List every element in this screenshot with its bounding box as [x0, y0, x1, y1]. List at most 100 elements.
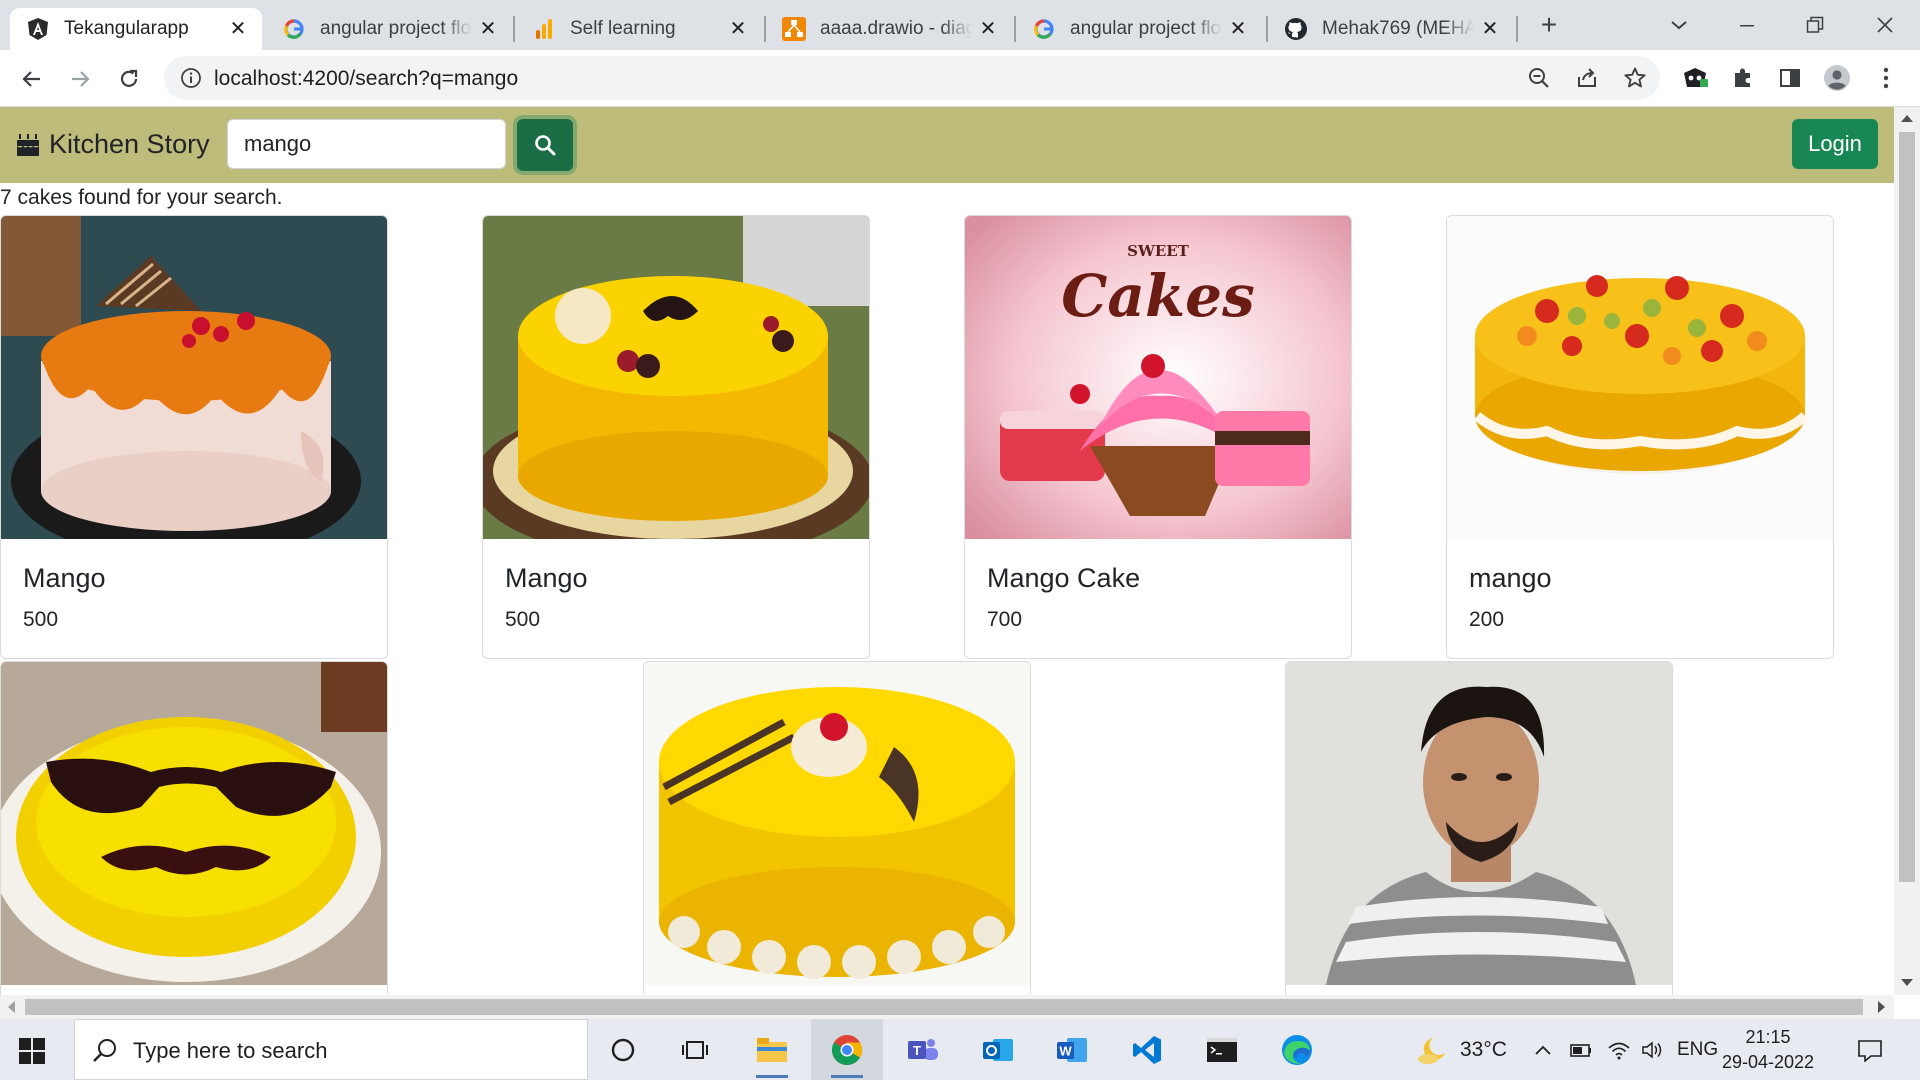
- browser-tab-strip: Tekangularapp ✕ angular project flow ✕ S…: [0, 0, 1920, 50]
- svg-text:SWEET: SWEET: [1127, 242, 1190, 260]
- back-icon[interactable]: [15, 62, 49, 96]
- word-icon[interactable]: W: [1036, 1019, 1108, 1080]
- google-icon: [282, 17, 306, 41]
- horizontal-scrollbar[interactable]: [0, 995, 1894, 1019]
- restore-icon[interactable]: [1800, 10, 1830, 40]
- outlook-icon[interactable]: [962, 1019, 1034, 1080]
- terminal-icon[interactable]: [1186, 1019, 1258, 1080]
- windows-taskbar: Type here to search T W 33°C ENG 21:15 2…: [0, 1019, 1920, 1080]
- taskbar-search-box[interactable]: Type here to search: [74, 1019, 588, 1080]
- tray-chevron-icon[interactable]: [1534, 1019, 1552, 1080]
- weather-temp: 33°C: [1460, 1037, 1507, 1061]
- search-icon: [535, 135, 556, 156]
- profile-avatar-icon[interactable]: [1823, 64, 1851, 92]
- tab-drawio[interactable]: aaaa.drawio - diagrams.net ✕: [766, 8, 1012, 50]
- scroll-up-icon[interactable]: [1901, 115, 1913, 122]
- tab-tekangularapp[interactable]: Tekangularapp ✕: [10, 8, 262, 50]
- search-button[interactable]: [517, 119, 573, 171]
- notifications-icon[interactable]: [1857, 1019, 1883, 1080]
- page-viewport: Kitchen Story mango Login 7 cakes found …: [0, 107, 1894, 995]
- cake-card[interactable]: [643, 661, 1031, 995]
- address-url: localhost:4200/search?q=mango: [214, 67, 519, 90]
- share-icon[interactable]: [1573, 64, 1601, 92]
- reload-icon[interactable]: [112, 62, 146, 96]
- cake-image: [1, 662, 387, 985]
- address-bar[interactable]: localhost:4200/search?q=mango: [164, 56, 1660, 100]
- battery-icon[interactable]: [1569, 1019, 1593, 1080]
- svg-text:Cakes: Cakes: [1061, 262, 1254, 330]
- cake-image: [1447, 216, 1833, 539]
- tab-title: angular project flow: [1070, 18, 1222, 39]
- birthday-cake-icon: [15, 132, 41, 158]
- tab-search-chevron-icon[interactable]: [1664, 10, 1694, 40]
- cake-card[interactable]: Mango 500: [482, 215, 870, 659]
- extensions-puzzle-icon[interactable]: [1729, 64, 1757, 92]
- cake-card[interactable]: Mango 500: [0, 215, 388, 659]
- file-explorer-icon[interactable]: [736, 1019, 808, 1080]
- brand-name: Kitchen Story: [49, 129, 210, 159]
- cake-card[interactable]: SWEET Cakes Mango Cake 700: [964, 215, 1352, 659]
- forward-icon[interactable]: [63, 62, 97, 96]
- bookmark-star-icon[interactable]: [1621, 64, 1649, 92]
- cake-title: mango: [1469, 563, 1552, 593]
- weather-widget[interactable]: 33°C: [1416, 1019, 1507, 1080]
- task-view-icon[interactable]: [659, 1019, 731, 1080]
- scroll-left-icon[interactable]: [8, 1001, 15, 1013]
- close-window-icon[interactable]: [1870, 10, 1900, 40]
- new-tab-button[interactable]: +: [1534, 9, 1564, 40]
- taskbar-clock[interactable]: 21:15 29-04-2022: [1716, 1025, 1820, 1075]
- drawio-icon: [782, 17, 806, 41]
- teams-icon[interactable]: T: [887, 1019, 959, 1080]
- tab-self-learning[interactable]: Self learning ✕: [516, 8, 762, 50]
- horizontal-scroll-thumb[interactable]: [25, 999, 1863, 1015]
- close-icon[interactable]: ✕: [728, 19, 748, 39]
- tab-title: Self learning: [570, 18, 676, 39]
- close-icon[interactable]: ✕: [1480, 19, 1500, 39]
- cake-card[interactable]: mango 200: [1446, 215, 1834, 659]
- cake-title: Mango: [23, 563, 106, 593]
- cake-image: SWEET Cakes: [965, 216, 1351, 539]
- cake-price: 200: [1469, 608, 1505, 631]
- close-icon[interactable]: ✕: [1228, 19, 1248, 39]
- cake-price: 500: [505, 608, 541, 631]
- cake-price: 700: [987, 608, 1023, 631]
- angular-icon: [26, 17, 50, 41]
- wifi-icon[interactable]: [1607, 1019, 1631, 1080]
- info-icon[interactable]: [180, 67, 202, 89]
- close-icon[interactable]: ✕: [228, 19, 248, 39]
- taskbar-search-placeholder: Type here to search: [133, 1038, 328, 1063]
- google-icon: [1032, 17, 1056, 41]
- cake-card[interactable]: [0, 661, 388, 995]
- tab-separator: [513, 16, 515, 42]
- close-icon[interactable]: ✕: [978, 19, 998, 39]
- edge-icon[interactable]: [1261, 1019, 1333, 1080]
- brand-link[interactable]: Kitchen Story: [15, 129, 210, 160]
- scroll-right-icon[interactable]: [1878, 1001, 1885, 1013]
- login-button[interactable]: Login: [1792, 119, 1878, 169]
- vertical-scroll-thumb[interactable]: [1899, 132, 1915, 882]
- cortana-icon[interactable]: [587, 1019, 659, 1080]
- language-indicator[interactable]: ENG: [1677, 1019, 1718, 1080]
- tab-angular-project-flow[interactable]: angular project flow ✕: [266, 8, 512, 50]
- windows-start-icon[interactable]: [18, 1037, 46, 1065]
- search-input[interactable]: mango: [227, 119, 506, 169]
- close-icon[interactable]: ✕: [478, 19, 498, 39]
- minimize-icon[interactable]: [1732, 10, 1762, 40]
- search-icon: [91, 1037, 119, 1065]
- scroll-down-icon[interactable]: [1901, 979, 1913, 986]
- zoom-icon[interactable]: [1525, 64, 1553, 92]
- cake-card[interactable]: [1285, 661, 1673, 995]
- result-count: 7 cakes found for your search.: [0, 186, 283, 209]
- tab-angular-project-flow-2[interactable]: angular project flow ✕: [1016, 8, 1262, 50]
- volume-icon[interactable]: [1640, 1019, 1664, 1080]
- chrome-icon[interactable]: [811, 1019, 883, 1080]
- vertical-scrollbar[interactable]: [1894, 107, 1920, 995]
- tab-github[interactable]: Mehak769 (MEHAK) ✕: [1268, 8, 1514, 50]
- cake-title: Mango: [505, 563, 588, 593]
- more-menu-icon[interactable]: [1872, 64, 1900, 92]
- vscode-icon[interactable]: [1111, 1019, 1183, 1080]
- extension-badge-icon[interactable]: [1681, 64, 1709, 92]
- cake-image: [1286, 662, 1672, 985]
- tab-separator: [1516, 16, 1518, 42]
- side-panel-icon[interactable]: [1776, 64, 1804, 92]
